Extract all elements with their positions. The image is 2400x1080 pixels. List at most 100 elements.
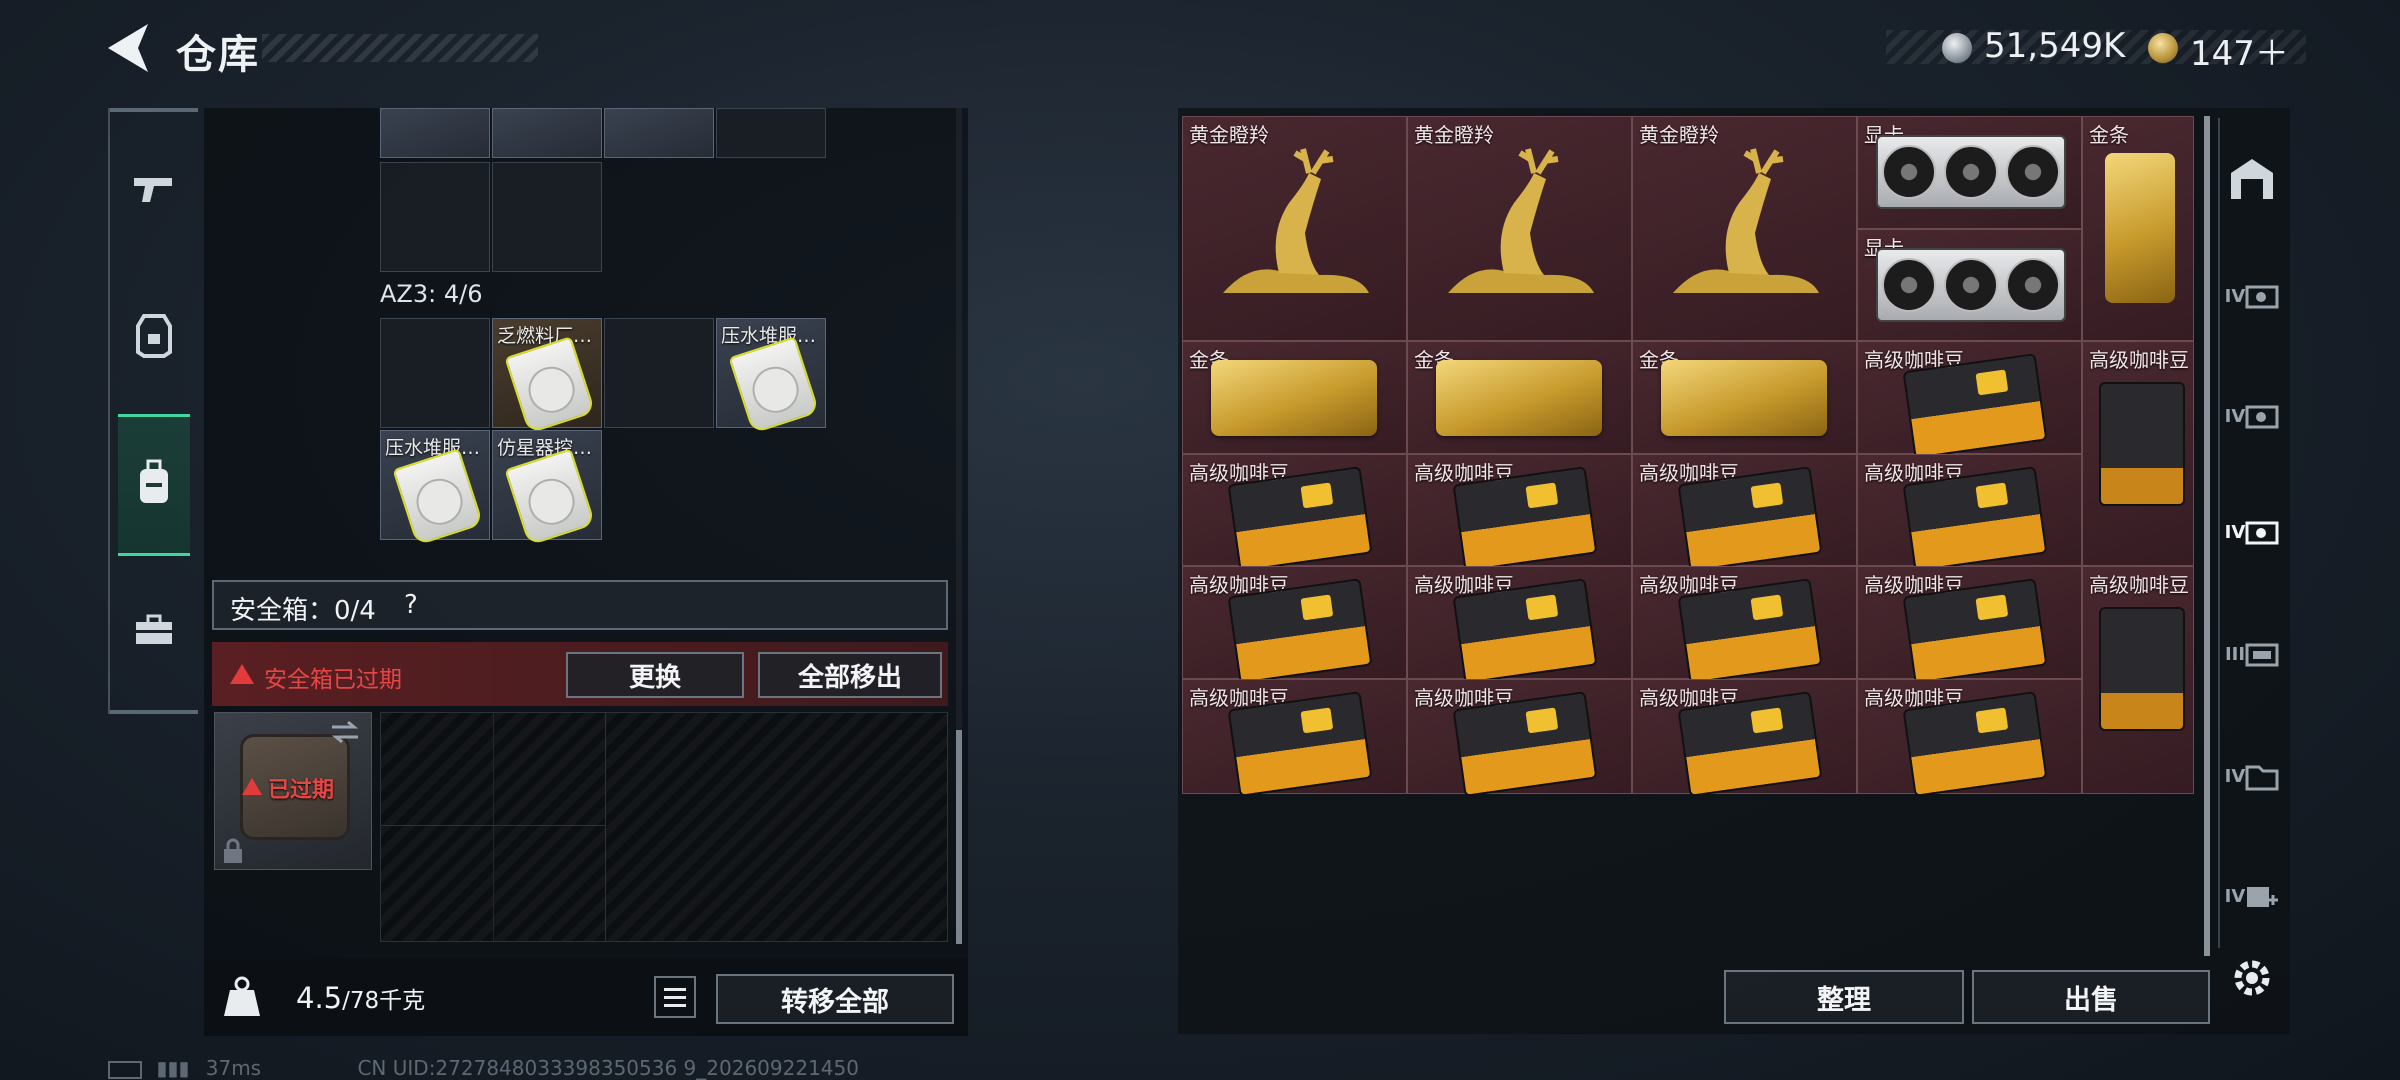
grid-cell-item[interactable]: 仿星器控… — [492, 430, 602, 546]
inventory-item-coffee[interactable]: 高级咖啡豆 — [1857, 679, 2082, 797]
inventory-item-coffee[interactable]: 高级咖啡豆 — [1632, 679, 1857, 797]
coffee-bag-icon — [1227, 691, 1373, 797]
settings-gear-icon[interactable] — [2226, 952, 2278, 1004]
coffee-bag-icon — [1452, 578, 1598, 684]
grid-cell-empty[interactable] — [492, 162, 602, 272]
replace-button[interactable]: 更换 — [566, 652, 744, 698]
reactor-pouch-icon — [728, 336, 820, 434]
nav-armor-button[interactable] — [118, 300, 190, 372]
weight-current: 4.5 — [296, 981, 343, 1015]
grid-cell-top[interactable] — [492, 108, 602, 158]
storage-tab-active[interactable]: IV — [2222, 504, 2282, 560]
case-expired-label: 已过期 — [268, 778, 335, 803]
nav-divider — [108, 108, 110, 714]
inventory-item-coffee[interactable]: 高级咖啡豆 — [1407, 679, 1632, 797]
inventory-item-coffee[interactable]: 高级咖啡豆 — [1632, 454, 1857, 572]
inventory-item-coffee[interactable]: 高级咖啡豆 — [1182, 454, 1407, 572]
inventory-item-gold-bar[interactable]: 金条 — [1632, 341, 1857, 454]
golden-gazelle-icon — [1223, 148, 1369, 293]
silver-coin-icon — [1942, 33, 1972, 63]
weight-icon — [224, 976, 260, 1016]
item-label: 高级咖啡豆 — [2089, 348, 2189, 372]
inventory-item-coffee[interactable]: 高级咖啡豆 — [2082, 341, 2194, 566]
golden-gazelle-icon — [1448, 148, 1594, 293]
sort-button[interactable]: 整理 — [1724, 970, 1964, 1024]
grid-cell-empty[interactable] — [604, 318, 714, 428]
coffee-bag-icon — [1902, 466, 2048, 572]
add-storage-icon — [2247, 887, 2279, 907]
storage-box-icon — [2245, 405, 2279, 429]
grid-cell-empty[interactable] — [380, 162, 490, 272]
inventory-item-coffee[interactable]: 高级咖啡豆 — [1857, 341, 2082, 459]
storage-tab[interactable]: III — [2222, 626, 2282, 682]
inventory-item-coffee[interactable]: 高级咖啡豆 — [1182, 679, 1407, 797]
gold-bar-icon — [1211, 360, 1377, 436]
storage-box-icon — [2245, 643, 2279, 667]
warning-icon — [230, 664, 254, 684]
grid-cell-empty[interactable] — [380, 318, 490, 428]
storage-tab[interactable]: IV — [2222, 868, 2282, 924]
inventory-item-gold-bar[interactable]: 金条 — [1407, 341, 1632, 454]
inventory-item-coffee[interactable]: 高级咖啡豆 — [1407, 566, 1632, 684]
coffee-bag-icon — [1227, 578, 1373, 684]
weight-max: /78千克 — [342, 988, 426, 1014]
inventory-item-coffee[interactable]: 高级咖啡豆 — [1857, 566, 2082, 684]
storage-tab[interactable]: IV — [2222, 748, 2282, 804]
backpack-icon — [140, 459, 168, 503]
grid-cell-top[interactable] — [604, 108, 714, 158]
signal-icon: ▮▮▮ — [156, 1056, 190, 1080]
help-icon[interactable]: ? — [404, 590, 418, 620]
storage-tab-level: IV — [2224, 285, 2246, 307]
remove-all-button[interactable]: 全部移出 — [758, 652, 942, 698]
right-scrollbar[interactable] — [2204, 116, 2210, 956]
left-scrollbar-thumb[interactable] — [956, 730, 962, 944]
gold-coin-icon — [2148, 33, 2178, 63]
gold-currency-value[interactable]: 147＋ — [2190, 26, 2289, 75]
nav-bracket — [108, 710, 198, 714]
inventory-item-gold-bar[interactable]: 金条 — [2082, 116, 2194, 341]
item-label: 金条 — [2089, 123, 2129, 147]
sell-button[interactable]: 出售 — [1972, 970, 2210, 1024]
lock-icon — [224, 838, 242, 863]
storage-box-icon — [2245, 521, 2279, 545]
warning-icon — [242, 778, 262, 795]
nav-weapons-button[interactable] — [118, 152, 190, 224]
inventory-item-coffee[interactable]: 高级咖啡豆 — [1182, 566, 1407, 684]
reactor-pouch-icon — [392, 448, 484, 546]
storage-tab-level: IV — [2224, 885, 2246, 907]
storage-tab[interactable]: IV — [2222, 388, 2282, 444]
inventory-item-coffee[interactable]: 高级咖啡豆 — [1407, 454, 1632, 572]
uid-text: CN UID:2727848033398350536 9_20260922145… — [357, 1056, 859, 1080]
transfer-all-button[interactable]: 转移全部 — [716, 974, 954, 1024]
inventory-item-deer[interactable]: 黄金瞪羚 — [1407, 116, 1632, 341]
back-arrow-icon[interactable] — [104, 22, 150, 74]
storage-tab-level: III — [2224, 643, 2246, 665]
grid-cell-top[interactable] — [716, 108, 826, 158]
storage-home-tab[interactable] — [2222, 150, 2282, 206]
fuel-pouch-icon — [504, 336, 596, 434]
safe-box-grid[interactable] — [380, 712, 948, 942]
inventory-item-gold-bar[interactable]: 金条 — [1182, 341, 1407, 454]
grid-cell-item[interactable]: 压水堆服… — [380, 430, 490, 546]
list-view-icon[interactable] — [654, 976, 696, 1018]
inventory-item-gpu[interactable]: 显卡 — [1857, 116, 2082, 229]
folder-icon — [2245, 765, 2279, 791]
weight-readout: 4.5/78千克 — [296, 981, 425, 1015]
safe-box-label: 安全箱：0/4 — [230, 596, 376, 626]
storage-tab[interactable]: IV — [2222, 268, 2282, 324]
grid-cell-top[interactable] — [380, 108, 490, 158]
inventory-item-coffee[interactable]: 高级咖啡豆 — [1632, 566, 1857, 684]
inventory-item-gpu[interactable]: 显卡 — [1857, 229, 2082, 341]
coffee-bag-icon — [1452, 691, 1598, 797]
grid-cell-item[interactable]: 乏燃料厂… — [492, 318, 602, 434]
inventory-item-coffee[interactable]: 高级咖啡豆 — [1857, 454, 2082, 572]
inventory-item-coffee[interactable]: 高级咖啡豆 — [2082, 566, 2194, 794]
gold-bar-icon — [1436, 360, 1602, 436]
nav-toolbox-button[interactable] — [118, 594, 190, 666]
nav-backpack-button[interactable] — [118, 446, 190, 518]
grid-cell-item[interactable]: 压水堆服… — [716, 318, 826, 434]
title-decoration — [262, 34, 538, 62]
inventory-item-deer[interactable]: 黄金瞪羚 — [1182, 116, 1407, 341]
inventory-item-deer[interactable]: 黄金瞪羚 — [1632, 116, 1857, 341]
swap-icon[interactable] — [330, 720, 360, 744]
